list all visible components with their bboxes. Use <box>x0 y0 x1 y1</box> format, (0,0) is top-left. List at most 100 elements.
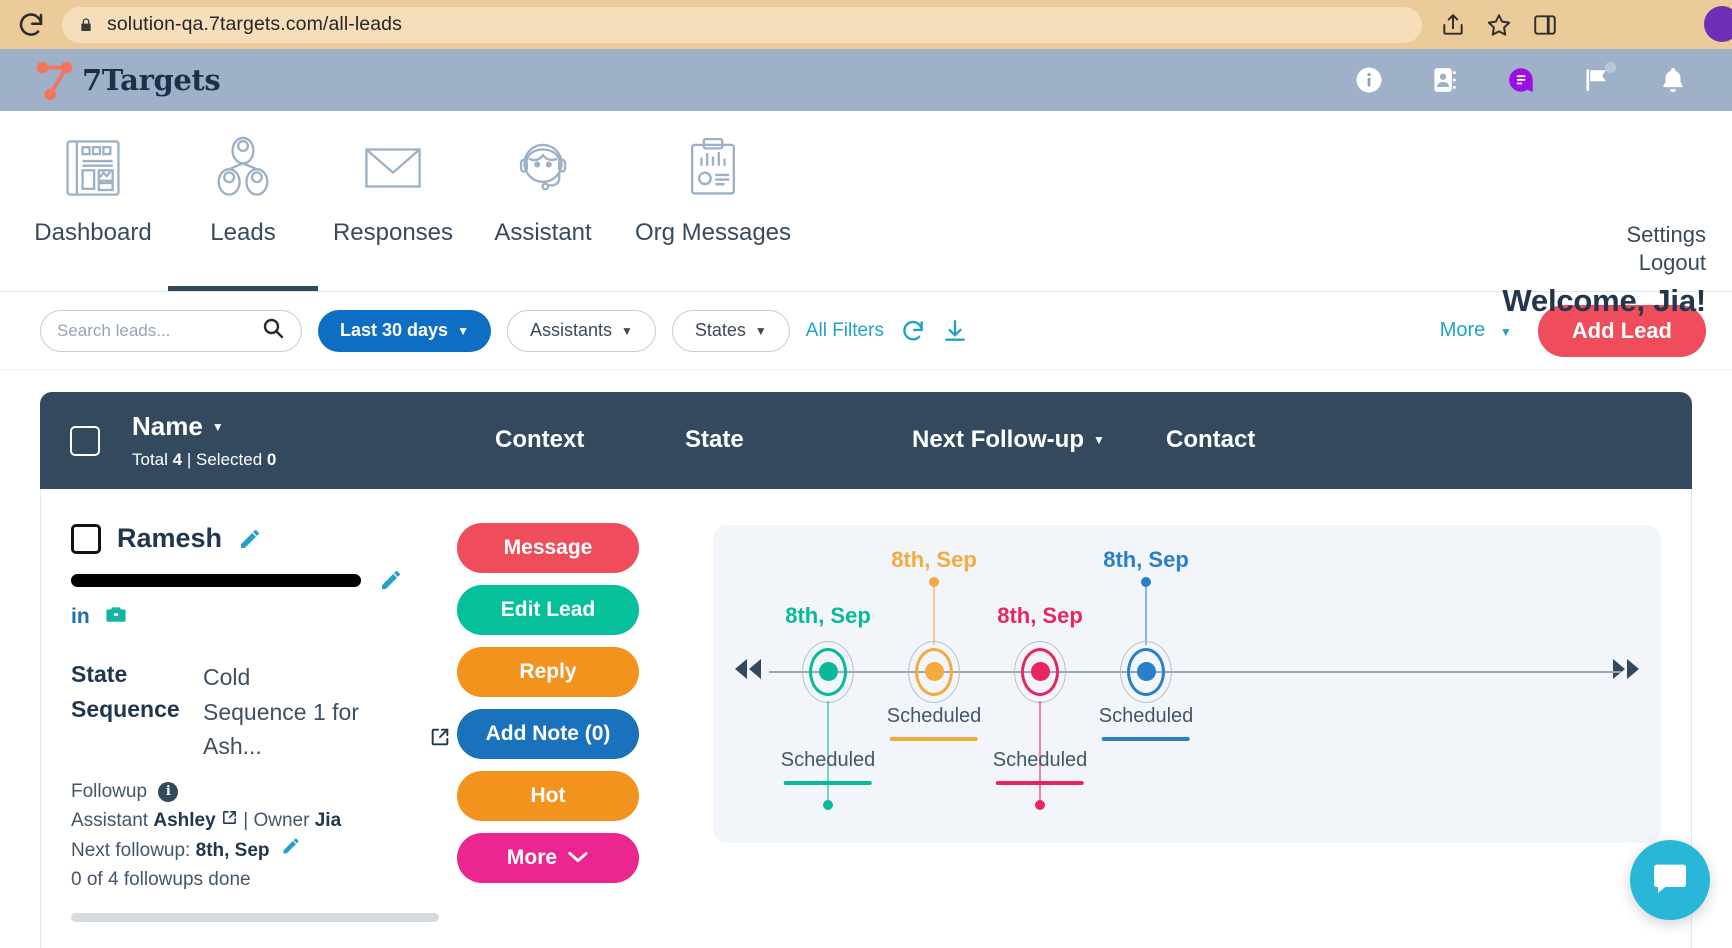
selected-label: Selected <box>196 450 262 469</box>
linkedin-icon[interactable]: in <box>71 605 90 629</box>
column-next-followup[interactable]: Next Follow-up ▼ <box>912 426 1105 454</box>
side-panel-icon[interactable] <box>1532 12 1558 38</box>
lead-name-row: Ramesh <box>71 523 451 554</box>
edit-name-pencil-icon[interactable] <box>238 527 262 551</box>
main-navigation: Settings Logout Welcome, Jia! Dashboard <box>0 111 1732 292</box>
flag-icon[interactable] <box>1582 65 1612 95</box>
state-key: State <box>71 661 203 694</box>
column-contact: Contact <box>1166 426 1255 454</box>
url-text: solution-qa.7targets.com/all-leads <box>107 13 402 36</box>
assistants-filter[interactable]: Assistants ▼ <box>507 310 656 352</box>
chevron-down-icon: ▼ <box>212 421 224 433</box>
select-all-checkbox[interactable] <box>70 426 100 456</box>
redacted-email <box>71 574 361 587</box>
brand-logo[interactable]: 7Targets <box>32 57 220 103</box>
timeline-node-status-text: Scheduled <box>781 749 876 771</box>
timeline-node-status: Scheduled <box>781 749 876 785</box>
reply-button[interactable]: Reply <box>457 647 639 697</box>
timeline-node-status: Scheduled <box>993 749 1088 785</box>
settings-link[interactable]: Settings <box>1627 221 1707 249</box>
nav-tab-dashboard[interactable]: Dashboard <box>18 111 168 291</box>
nav-tab-responses[interactable]: Responses <box>318 111 468 291</box>
assistant-prefix: Assistant <box>71 810 148 831</box>
followup-row: Followup i <box>71 777 451 806</box>
lead-info: Ramesh in <box>71 515 451 948</box>
timeline-node-stem <box>933 583 935 645</box>
nav-tab-assistant[interactable]: Assistant <box>468 111 618 291</box>
meta-separator: | <box>243 810 248 831</box>
nav-tab-org-messages[interactable]: Org Messages <box>618 111 808 291</box>
lead-name: Ramesh <box>117 523 222 554</box>
name-sort-control[interactable]: Name ▼ <box>132 411 276 442</box>
bell-icon[interactable] <box>1658 65 1688 95</box>
edit-followup-pencil-icon[interactable] <box>281 836 301 856</box>
timeline-next-button[interactable] <box>1609 656 1643 682</box>
contact-book-icon[interactable] <box>1430 65 1460 95</box>
column-name-label: Name <box>132 411 203 442</box>
horizontal-scrollbar[interactable] <box>71 913 439 922</box>
edit-lead-button[interactable]: Edit Lead <box>457 585 639 635</box>
timeline-node-date: 8th, Sep <box>891 547 977 573</box>
feedback-icon[interactable] <box>1506 65 1536 95</box>
total-label: Total <box>132 450 168 469</box>
followup-info-icon[interactable]: i <box>158 782 178 802</box>
lead-sequence-field: Sequence Sequence 1 for Ash... <box>71 696 451 763</box>
logout-link[interactable]: Logout <box>1627 249 1707 277</box>
lock-icon <box>78 16 94 34</box>
more-dropdown[interactable]: More ▼ <box>1440 319 1512 342</box>
hot-button[interactable]: Hot <box>457 771 639 821</box>
timeline-prev-button[interactable] <box>731 656 765 682</box>
reload-button[interactable] <box>14 8 48 42</box>
assistants-label: Assistants <box>530 320 612 341</box>
timeline-node-stem-dot <box>929 577 939 587</box>
chevron-down-icon: ▼ <box>457 325 469 337</box>
message-button[interactable]: Message <box>457 523 639 573</box>
timeline-node-status-text: Scheduled <box>993 749 1088 771</box>
sequence-value[interactable]: Sequence 1 for Ash... <box>203 696 419 763</box>
info-icon[interactable] <box>1354 65 1384 95</box>
date-range-filter[interactable]: Last 30 days ▼ <box>318 310 491 352</box>
date-range-label: Last 30 days <box>340 320 448 341</box>
selection-summary: Total 4 | Selected 0 <box>132 450 276 470</box>
refresh-icon[interactable] <box>900 318 926 344</box>
add-note-button[interactable]: Add Note (0) <box>457 709 639 759</box>
next-followup-date: 8th, Sep <box>196 840 270 861</box>
nav-tab-leads[interactable]: Leads <box>168 111 318 291</box>
search-icon[interactable] <box>261 316 285 345</box>
search-box[interactable] <box>40 310 302 352</box>
nav-tab-label: Org Messages <box>635 219 791 247</box>
share-icon[interactable] <box>1440 12 1466 38</box>
timeline-axis <box>769 671 1621 673</box>
next-followup-label: Next followup: <box>71 840 190 861</box>
owner-prefix: Owner <box>253 810 309 831</box>
chat-support-button[interactable] <box>1630 840 1710 920</box>
all-filters-link[interactable]: All Filters <box>806 320 884 342</box>
browser-actions <box>1440 12 1562 38</box>
states-label: States <box>695 320 746 341</box>
timeline-node-dot <box>819 662 838 681</box>
table-row: Ramesh in <box>40 489 1692 948</box>
column-name: Name ▼ Total 4 | Selected 0 <box>132 411 276 470</box>
address-bar[interactable]: solution-qa.7targets.com/all-leads <box>62 7 1422 43</box>
bookmark-star-icon[interactable] <box>1486 12 1512 38</box>
briefcase-icon[interactable] <box>104 602 128 631</box>
assistant-external-link-icon[interactable] <box>221 810 243 831</box>
row-checkbox[interactable] <box>71 524 101 554</box>
envelope-icon <box>356 131 430 205</box>
edit-email-pencil-icon[interactable] <box>379 568 403 592</box>
more-actions-button[interactable]: More <box>457 833 639 883</box>
state-value: Cold <box>203 661 250 694</box>
chevron-down-icon: ▼ <box>621 325 633 337</box>
timeline-node-stem-dot <box>1141 577 1151 587</box>
column-state: State <box>685 426 744 454</box>
open-sequence-external-link-icon[interactable] <box>429 726 451 753</box>
lead-state-field: State Cold <box>71 661 451 694</box>
download-icon[interactable] <box>942 318 968 344</box>
sequence-key: Sequence <box>71 696 203 723</box>
chevron-down-icon: ▼ <box>755 325 767 337</box>
dashboard-icon <box>56 131 130 205</box>
timeline-node-status-text: Scheduled <box>1099 705 1194 727</box>
profile-avatar[interactable] <box>1704 6 1732 42</box>
states-filter[interactable]: States ▼ <box>672 310 790 352</box>
search-input[interactable] <box>57 321 261 341</box>
